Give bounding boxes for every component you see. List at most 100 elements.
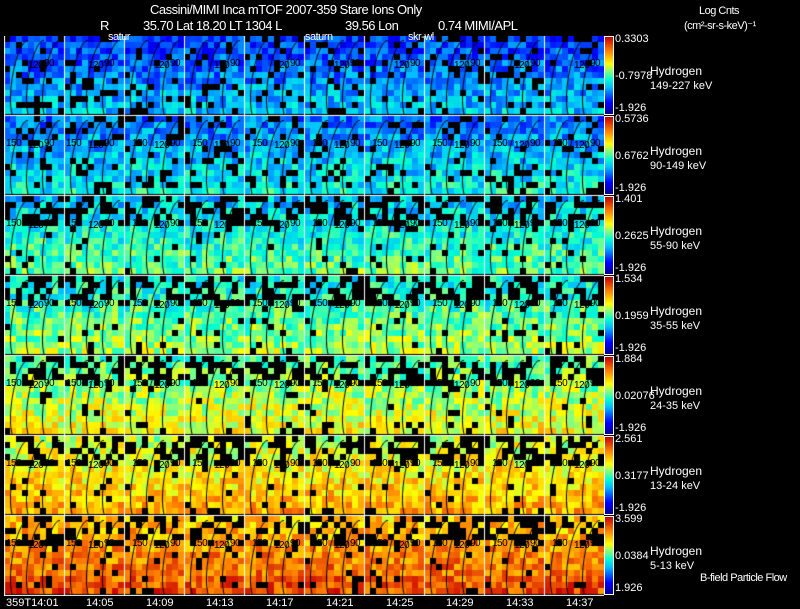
contour-label: 90	[530, 298, 541, 309]
contour-label: 90	[350, 218, 361, 229]
species-label: Hydrogen 5-13 keV	[650, 544, 702, 574]
energy-range: 5-13 keV	[650, 560, 695, 572]
contour-label: 90	[530, 138, 541, 149]
contour-label: 90	[290, 138, 301, 149]
contour-label: 90	[290, 538, 301, 549]
contour-label: 120	[88, 460, 104, 471]
contour-label: 90	[530, 58, 541, 69]
contour-label: 90	[290, 458, 301, 469]
contour-label: 150	[492, 218, 508, 229]
contour-label: 150	[312, 218, 328, 229]
contour-label: 90	[44, 298, 55, 309]
contour-label: 120	[274, 140, 290, 151]
x-tick-label: 14:17	[266, 597, 294, 609]
contour-label: 90	[410, 218, 421, 229]
contour-label: 90	[410, 538, 421, 549]
contour-label: 90	[410, 298, 421, 309]
contour-label: 90	[410, 458, 421, 469]
footnote: B-field Particle Flow	[700, 572, 787, 584]
contour-label: 120	[454, 380, 470, 391]
contour-label: 90	[590, 298, 601, 309]
species-label: Hydrogen 149-227 keV	[650, 64, 712, 94]
contour-label: 90	[230, 538, 241, 549]
species-label: Hydrogen 13-24 keV	[650, 464, 702, 494]
contour-label: 150	[192, 218, 208, 229]
contour-label: 120	[514, 460, 530, 471]
colorbar	[604, 196, 614, 275]
contour-label: 120	[574, 140, 590, 151]
overlay-label-skr: skr-wl	[408, 31, 434, 43]
contour-label: 120	[214, 460, 230, 471]
contour-label: 120	[28, 220, 44, 231]
species-name: Hydrogen	[650, 64, 703, 78]
contour-label: 90	[104, 378, 115, 389]
colorbar-min: 1.926	[615, 582, 643, 594]
contour-label: 120	[88, 60, 104, 71]
colorbar	[604, 116, 614, 195]
contour-label: 120	[274, 60, 290, 71]
contour-label: 90	[470, 538, 481, 549]
lon-label: 39.56 Lon	[345, 18, 399, 33]
contour-label: 120	[28, 140, 44, 151]
contour-label: 150	[552, 538, 568, 549]
contour-label: 150	[192, 538, 208, 549]
colorbar	[604, 36, 614, 115]
contour-label: 90	[230, 58, 241, 69]
species-label: Hydrogen 24-35 keV	[650, 384, 702, 414]
contour-label: 120	[574, 460, 590, 471]
contour-label: 150	[132, 138, 148, 149]
energy-range: 24-35 keV	[650, 400, 701, 412]
contour-label: 90	[350, 458, 361, 469]
contour-label: 120	[574, 380, 590, 391]
contour-label: 150	[6, 138, 22, 149]
contour-label: 120	[154, 300, 170, 311]
colorbar-max: 0.5736	[615, 113, 649, 125]
contour-label: 90	[290, 298, 301, 309]
contour-label: 90	[350, 58, 361, 69]
energy-range: 13-24 keV	[650, 480, 701, 492]
contour-label: 90	[44, 58, 55, 69]
x-tick-label: 14:21	[326, 597, 354, 609]
contour-label: 120	[154, 460, 170, 471]
contour-label: 90	[104, 458, 115, 469]
contour-label: 120	[274, 460, 290, 471]
contour-label: 150	[252, 298, 268, 309]
contour-label: 90	[350, 298, 361, 309]
contour-label: 120	[454, 540, 470, 551]
contour-label: 120	[394, 220, 410, 231]
x-tick-label: 14:25	[386, 597, 414, 609]
contour-label: 90	[290, 378, 301, 389]
contour-label: 150	[372, 138, 388, 149]
contour-label: 150	[252, 218, 268, 229]
contour-label: 150	[132, 378, 148, 389]
contour-label: 120	[394, 540, 410, 551]
contour-label: 120	[454, 140, 470, 151]
contour-label: 90	[350, 138, 361, 149]
contour-label: 150	[252, 538, 268, 549]
contour-label: 90	[170, 298, 181, 309]
x-tick-label: 14:13	[206, 597, 234, 609]
contour-label: 150	[6, 378, 22, 389]
contour-label: 120	[88, 220, 104, 231]
contour-label: 150	[66, 138, 82, 149]
contour-label: 90	[350, 538, 361, 549]
contour-label: 90	[470, 298, 481, 309]
colorbar-mid: 0.1959	[615, 310, 649, 322]
contour-label: 90	[290, 218, 301, 229]
contour-label: 150	[432, 458, 448, 469]
colorbar	[604, 516, 614, 595]
contour-label: 90	[230, 298, 241, 309]
contour-label: 150	[372, 298, 388, 309]
contour-label: 120	[334, 300, 350, 311]
contour-label: 150	[432, 138, 448, 149]
contour-label: 150	[492, 538, 508, 549]
colorbar-mid: 0.3177	[615, 470, 649, 482]
contour-label: 120	[28, 60, 44, 71]
colorbar-max: 1.884	[615, 353, 643, 365]
colorbar-mid: 0.02076	[615, 390, 655, 402]
species-label: Hydrogen 35-55 keV	[650, 304, 702, 334]
contour-label: 150	[552, 378, 568, 389]
energy-range: 55-90 keV	[650, 240, 701, 252]
species-label: Hydrogen 55-90 keV	[650, 224, 702, 254]
contour-label: 150	[312, 378, 328, 389]
